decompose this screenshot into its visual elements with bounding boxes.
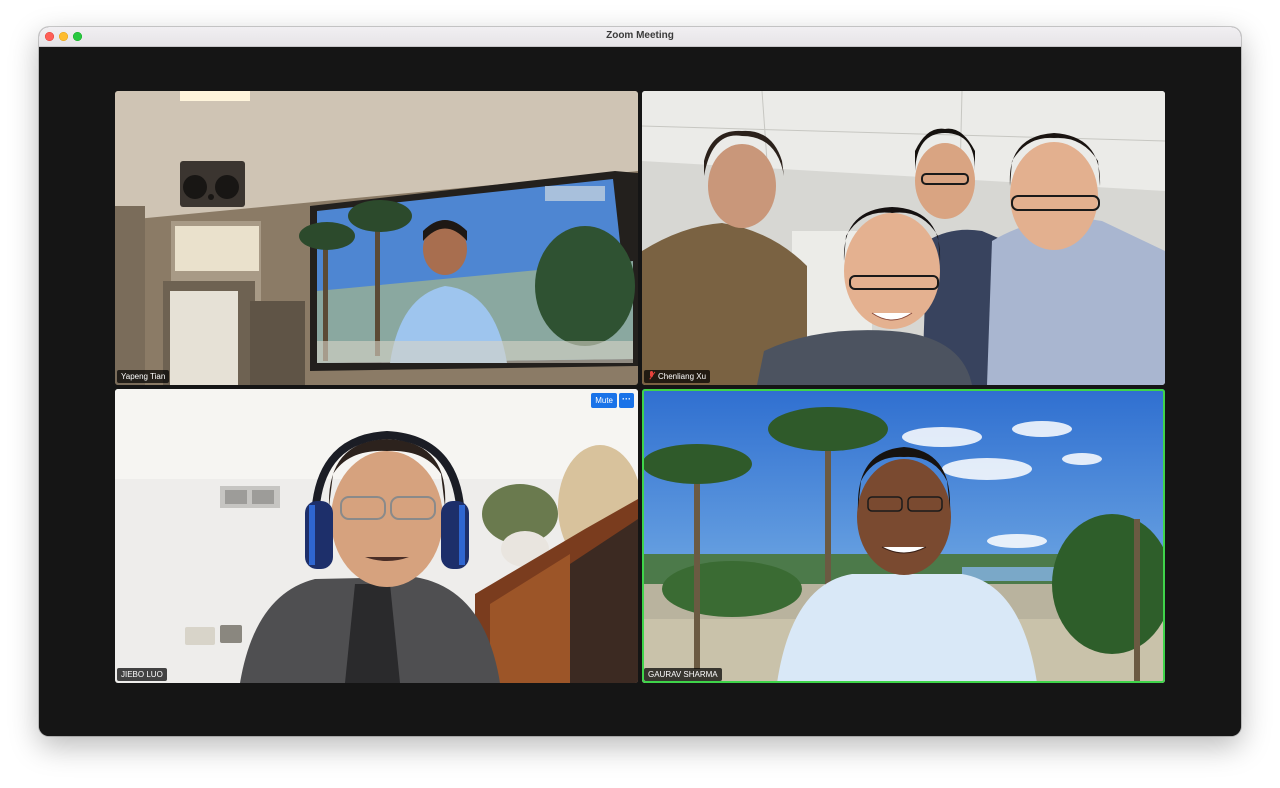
video-tile-yapeng-tian[interactable]: Yapeng Tian — [115, 91, 638, 385]
video-feed-conference-room — [115, 91, 638, 385]
tile-controls: Mute ··· — [591, 393, 634, 408]
mute-participant-button[interactable]: Mute — [591, 393, 617, 408]
window-title: Zoom Meeting — [606, 30, 674, 41]
video-feed-home-office — [115, 389, 638, 683]
participant-name-text: JIEBO LUO — [121, 670, 163, 679]
video-feed-tropical-background — [642, 389, 1165, 683]
more-options-button[interactable]: ··· — [619, 393, 634, 408]
video-gallery: Yapeng Tian Chenliang Xu Mute ··· JIEBO … — [39, 47, 1241, 736]
participant-name-text: Yapeng Tian — [121, 372, 166, 381]
zoom-window: Zoom Meeting Yapeng Tian Chenliang Xu Mu… — [39, 27, 1241, 736]
video-feed-group-selfie — [642, 91, 1165, 385]
participant-name-text: GAURAV SHARMA — [648, 670, 718, 679]
video-tile-chenliang-xu[interactable]: Chenliang Xu — [642, 91, 1165, 385]
video-tile-gaurav-sharma[interactable]: GAURAV SHARMA — [642, 389, 1165, 683]
participant-name-text: Chenliang Xu — [658, 372, 707, 381]
participant-name-label: Chenliang Xu — [644, 370, 711, 383]
participant-name-label: JIEBO LUO — [117, 668, 167, 681]
participant-name-label: Yapeng Tian — [117, 370, 170, 383]
title-bar: Zoom Meeting — [39, 27, 1241, 47]
participant-name-label: GAURAV SHARMA — [644, 668, 722, 681]
muted-microphone-icon — [648, 371, 655, 380]
video-tile-jiebo-luo[interactable]: Mute ··· JIEBO LUO — [115, 389, 638, 683]
